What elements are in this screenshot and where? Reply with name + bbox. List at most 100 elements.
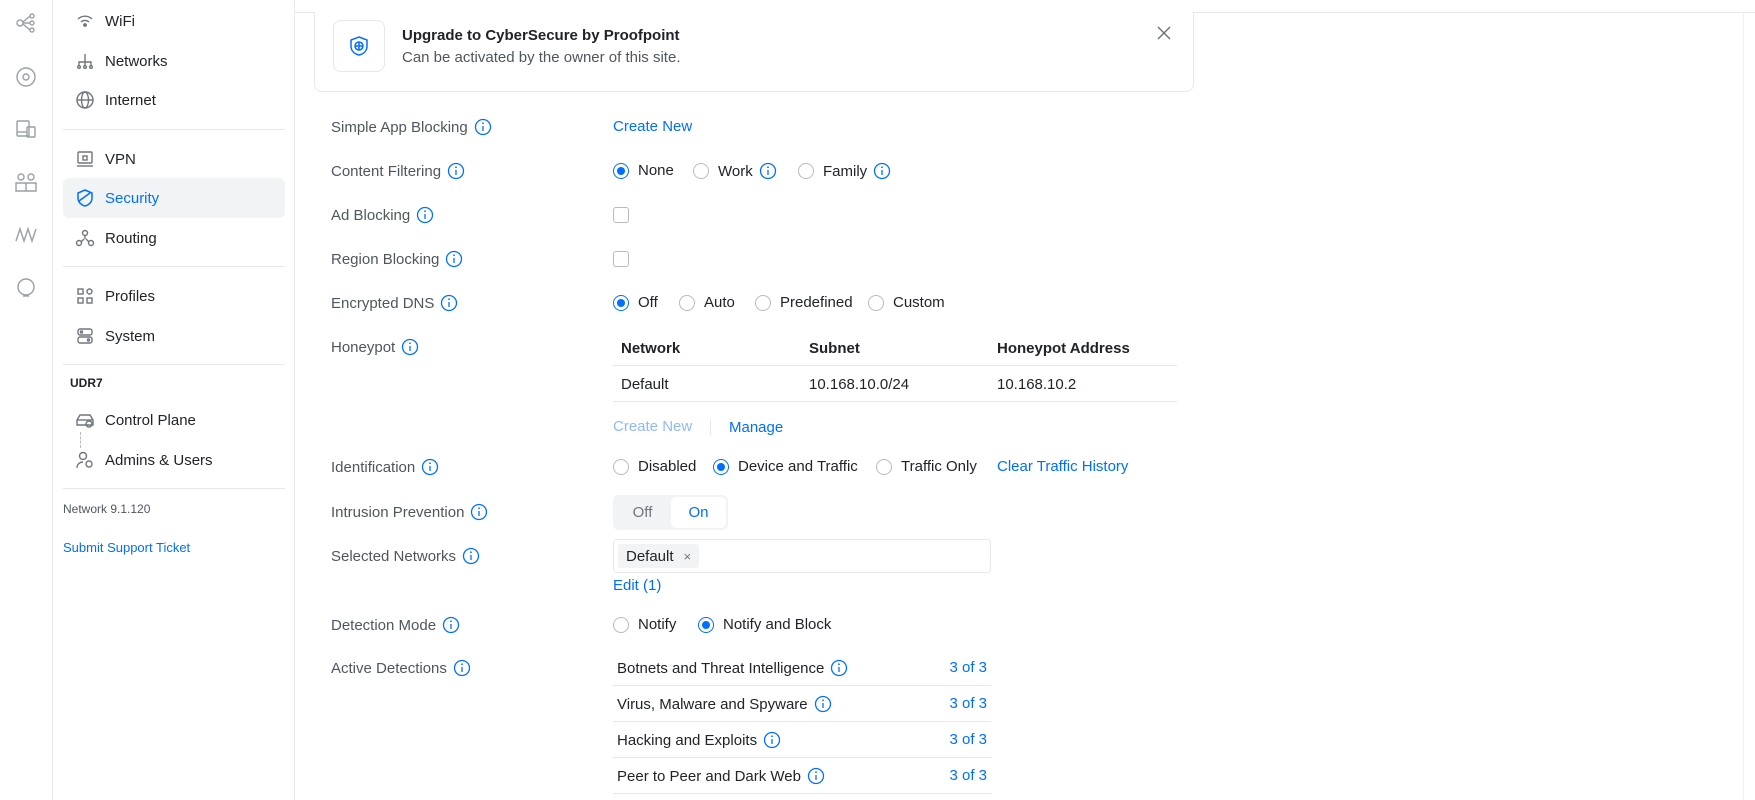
simple-app-blocking-row: Simple App Blocking (331, 118, 492, 136)
info-icon[interactable] (763, 731, 781, 749)
version-label: Network 9.1.120 (63, 502, 151, 516)
identification-row: Identification (331, 458, 439, 476)
info-icon[interactable] (453, 659, 471, 677)
sidebar-item-admins-users[interactable]: Admins & Users (63, 440, 285, 480)
clients-icon[interactable] (15, 171, 37, 193)
sidebar-item-system[interactable]: System (63, 316, 285, 356)
radio-label: Custom (893, 294, 945, 311)
sidebar-item-control-plane[interactable]: Control Plane (63, 400, 285, 440)
info-icon[interactable] (807, 767, 825, 785)
sidebar-item-label: System (105, 327, 156, 345)
sidebar-item-label: Admins & Users (105, 451, 213, 469)
sidebar-item-networks[interactable]: Networks (63, 41, 285, 81)
detection-label: Botnets and Threat Intelligence (617, 659, 825, 677)
dns-auto-radio[interactable]: Auto (679, 294, 735, 311)
clear-traffic-history-link[interactable]: Clear Traffic History (997, 458, 1128, 475)
honeypot-create-new-link: Create New (613, 418, 693, 435)
setting-label: Identification (331, 458, 416, 476)
info-icon[interactable] (442, 616, 460, 634)
list-item: Virus, Malware and Spyware 3 of 3 (613, 686, 991, 722)
info-icon[interactable] (873, 162, 891, 180)
selected-networks-input[interactable]: Default × (613, 539, 991, 573)
sidebar-item-label: Profiles (105, 287, 156, 305)
info-icon[interactable] (474, 118, 492, 136)
create-new-app-block-link[interactable]: Create New (613, 118, 692, 135)
devices-icon[interactable] (15, 118, 37, 140)
column-header: Honeypot Address (997, 340, 1130, 357)
radio-label: Device and Traffic (738, 458, 858, 475)
alerts-icon[interactable] (15, 277, 37, 299)
toggle-off-option[interactable]: Off (615, 497, 670, 528)
chip-remove-icon[interactable]: × (684, 549, 692, 564)
info-icon[interactable] (440, 294, 458, 312)
info-icon[interactable] (447, 162, 465, 180)
detection-count-link[interactable]: 3 of 3 (949, 731, 987, 748)
radio-label: Notify and Block (723, 616, 832, 633)
globe-icon (76, 91, 94, 109)
radio-circle (679, 294, 695, 311)
info-icon[interactable] (445, 250, 463, 268)
info-icon[interactable] (421, 458, 439, 476)
honeypot-manage-link[interactable]: Manage (729, 419, 783, 436)
detection-count-link[interactable]: 3 of 3 (949, 767, 987, 784)
identification-device-traffic-radio[interactable]: Device and Traffic (713, 458, 858, 475)
sidebar-item-routing[interactable]: Routing (63, 218, 285, 258)
upgrade-banner: Upgrade to CyberSecure by Proofpoint Can… (314, 12, 1194, 92)
identification-traffic-only-radio[interactable]: Traffic Only (876, 458, 977, 475)
content-filter-none-radio[interactable]: None (613, 162, 674, 179)
ad-blocking-checkbox[interactable] (613, 207, 629, 223)
info-icon[interactable] (759, 162, 777, 180)
list-item: Hacking and Exploits 3 of 3 (613, 722, 991, 758)
setting-label: Detection Mode (331, 616, 437, 634)
sidebar-item-label: Routing (105, 229, 157, 247)
topology-icon[interactable] (15, 12, 37, 34)
sidebar-item-vpn[interactable]: VPN (63, 139, 285, 179)
radio-circle (613, 458, 629, 475)
content-filtering-row: Content Filtering (331, 162, 465, 180)
dns-custom-radio[interactable]: Custom (868, 294, 945, 311)
identification-disabled-radio[interactable]: Disabled (613, 458, 696, 475)
support-ticket-link[interactable]: Submit Support Ticket (63, 540, 190, 555)
info-icon[interactable] (830, 659, 848, 677)
detection-count-link[interactable]: 3 of 3 (949, 695, 987, 712)
radio-label: Work (718, 162, 753, 180)
detection-count-link[interactable]: 3 of 3 (949, 659, 987, 676)
insights-icon[interactable] (15, 224, 37, 246)
info-icon[interactable] (814, 695, 832, 713)
sidebar-item-internet[interactable]: Internet (63, 80, 285, 120)
region-blocking-checkbox[interactable] (613, 251, 629, 267)
content-filter-work-radio[interactable]: Work (693, 162, 777, 180)
sidebar-item-label: Networks (105, 52, 168, 70)
vertical-scrollbar[interactable] (1743, 12, 1755, 800)
radio-label: Disabled (638, 458, 697, 475)
network-tree-icon (77, 54, 93, 69)
radio-circle (755, 294, 771, 311)
sidebar-item-security[interactable]: Security (63, 178, 285, 218)
edit-networks-link[interactable]: Edit (1) (613, 577, 661, 594)
intrusion-prevention-row: Intrusion Prevention (331, 503, 488, 521)
detection-notify-radio[interactable]: Notify (613, 616, 676, 633)
dashboard-icon[interactable] (15, 66, 37, 88)
info-icon[interactable] (462, 547, 480, 565)
app-rail (0, 0, 53, 800)
info-icon[interactable] (416, 206, 434, 224)
detection-label: Hacking and Exploits (617, 731, 758, 749)
radio-circle (876, 458, 892, 475)
toggle-on-option[interactable]: On (671, 497, 726, 528)
sidebar-item-profiles[interactable]: Profiles (63, 276, 285, 316)
table-cell: 10.168.10.0/24 (809, 376, 910, 393)
radio-circle (713, 458, 729, 475)
close-icon[interactable] (1155, 24, 1173, 42)
detection-name: Virus, Malware and Spyware (617, 695, 832, 713)
info-icon[interactable] (470, 503, 488, 521)
active-detections-row: Active Detections (331, 659, 471, 677)
detection-name: Hacking and Exploits (617, 731, 781, 749)
info-icon[interactable] (401, 338, 419, 356)
dns-off-radio[interactable]: Off (613, 294, 658, 311)
ad-blocking-row: Ad Blocking (331, 206, 434, 224)
content-filter-family-radio[interactable]: Family (798, 162, 891, 180)
sidebar-item-wifi[interactable]: WiFi (63, 1, 285, 41)
dns-predefined-radio[interactable]: Predefined (755, 294, 853, 311)
table-row[interactable]: Default 10.168.10.0/24 10.168.10.2 (613, 366, 1177, 402)
detection-notify-block-radio[interactable]: Notify and Block (698, 616, 831, 633)
